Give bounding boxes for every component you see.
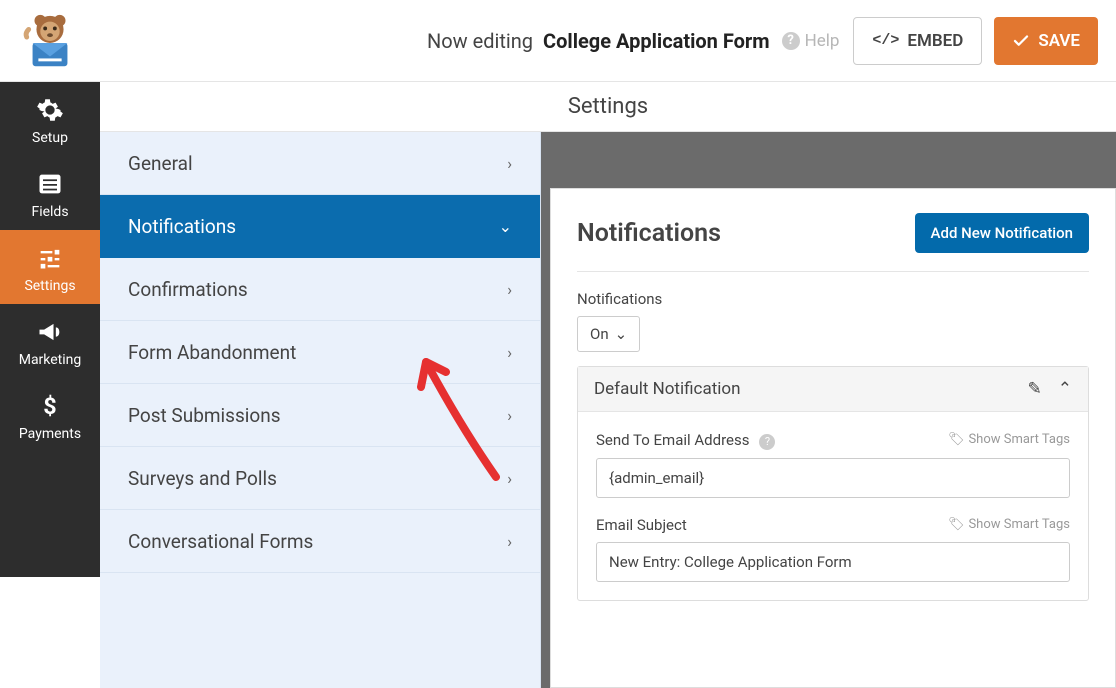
notifications-toggle[interactable]: On ⌄: [577, 316, 640, 352]
dollar-icon: $: [36, 392, 64, 420]
toggle-label: Notifications: [577, 290, 1089, 308]
chevron-down-icon: ⌄: [499, 217, 512, 236]
email-subject-input[interactable]: [596, 542, 1070, 582]
chevron-right-icon: ›: [507, 532, 512, 551]
chevron-right-icon: ›: [507, 406, 512, 425]
email-subject-label: Email Subject: [596, 516, 687, 534]
embed-button[interactable]: </> EMBED: [853, 17, 982, 65]
tag-icon: 🏷: [948, 517, 965, 532]
sidebar-item-settings[interactable]: Settings: [0, 230, 100, 304]
check-icon: [1012, 32, 1030, 50]
smart-tags-link[interactable]: 🏷 Show Smart Tags: [948, 517, 1070, 532]
form-title: College Application Form: [543, 29, 770, 53]
help-link[interactable]: ? Help: [782, 31, 840, 51]
sidebar-item-marketing[interactable]: Marketing: [0, 304, 100, 378]
code-icon: </>: [872, 32, 899, 49]
sliders-icon: [36, 244, 64, 272]
editing-label: Now editing: [427, 29, 533, 53]
notification-block-header: Default Notification ✎ ⌃: [578, 367, 1088, 412]
tag-icon: 🏷: [948, 432, 965, 447]
submenu-item-post-submissions[interactable]: Post Submissions ›: [100, 384, 540, 447]
submenu-item-general[interactable]: General ›: [100, 132, 540, 195]
chevron-right-icon: ›: [507, 343, 512, 362]
submenu-item-confirmations[interactable]: Confirmations ›: [100, 258, 540, 321]
help-icon[interactable]: ?: [759, 434, 775, 450]
chevron-right-icon: ›: [507, 154, 512, 173]
panel-heading: Notifications: [577, 219, 721, 248]
sidebar-item-fields[interactable]: Fields: [0, 156, 100, 230]
list-icon: [36, 170, 64, 198]
submenu-item-notifications[interactable]: Notifications ⌄: [100, 195, 540, 258]
settings-submenu: General › Notifications ⌄ Confirmations …: [100, 132, 541, 688]
sidebar-item-setup[interactable]: Setup: [0, 82, 100, 156]
collapse-icon[interactable]: ⌃: [1058, 379, 1072, 399]
submenu-item-conversational-forms[interactable]: Conversational Forms ›: [100, 510, 540, 573]
send-to-label: Send To Email Address: [596, 431, 749, 449]
help-icon: ?: [782, 32, 800, 50]
megaphone-icon: [36, 318, 64, 346]
svg-text:$: $: [43, 392, 56, 420]
send-to-input[interactable]: [596, 458, 1070, 498]
chevron-right-icon: ›: [507, 280, 512, 299]
main-sidebar: Setup Fields Settings Marketing $ Paymen…: [0, 82, 100, 577]
app-logo: [0, 0, 100, 82]
smart-tags-link[interactable]: 🏷 Show Smart Tags: [948, 432, 1070, 447]
chevron-down-icon: ⌄: [615, 325, 628, 343]
chevron-right-icon: ›: [507, 469, 512, 488]
save-button[interactable]: SAVE: [994, 17, 1098, 65]
notifications-panel: Notifications Add New Notification Notif…: [550, 188, 1116, 688]
add-notification-button[interactable]: Add New Notification: [915, 213, 1089, 253]
gear-icon: [36, 96, 64, 124]
section-heading: Settings: [100, 82, 1116, 132]
edit-icon[interactable]: ✎: [1028, 379, 1042, 399]
sidebar-item-payments[interactable]: $ Payments: [0, 378, 100, 452]
submenu-item-form-abandonment[interactable]: Form Abandonment ›: [100, 321, 540, 384]
submenu-item-surveys-polls[interactable]: Surveys and Polls ›: [100, 447, 540, 510]
